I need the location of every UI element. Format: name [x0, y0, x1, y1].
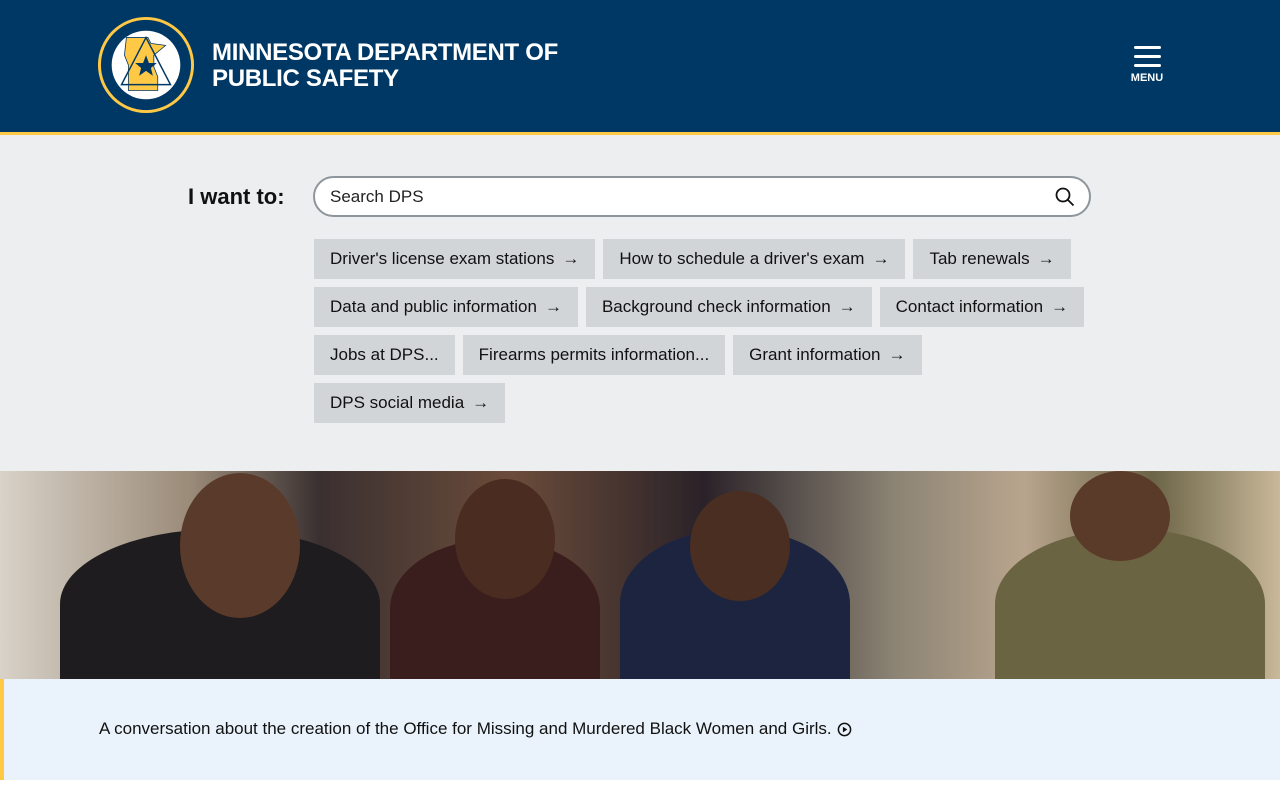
quick-link-label: Firearms permits information...: [478, 345, 710, 364]
hero-caption-link[interactable]: A conversation about the creation of the…: [99, 719, 852, 739]
photo-person: [455, 479, 555, 599]
quick-link-contact-information[interactable]: Contact information →: [879, 287, 1085, 327]
quick-link-label: Driver's license exam stations: [330, 249, 555, 268]
hamburger-icon: [1124, 46, 1170, 67]
quick-link-label: Tab renewals: [929, 249, 1030, 268]
dps-seal-logo[interactable]: [97, 16, 195, 114]
quick-link-label: Jobs at DPS...: [330, 345, 439, 364]
hero-caption-text: A conversation about the creation of the…: [99, 719, 832, 738]
arrow-right-icon: →: [1051, 297, 1069, 316]
quick-link-label: How to schedule a driver's exam: [619, 249, 865, 268]
site-header: MINNESOTA DEPARTMENT OF PUBLIC SAFETY ME…: [0, 0, 1280, 135]
arrow-right-icon: →: [872, 249, 890, 268]
quick-link-background-check[interactable]: Background check information →: [585, 287, 872, 327]
arrow-right-icon: →: [838, 297, 856, 316]
quick-link-label: Contact information: [895, 297, 1044, 316]
play-circle-icon[interactable]: [837, 722, 852, 737]
site-title[interactable]: MINNESOTA DEPARTMENT OF PUBLIC SAFETY: [212, 40, 558, 92]
hero-caption: A conversation about the creation of the…: [0, 679, 1280, 780]
arrow-right-icon: →: [888, 345, 906, 364]
search-icon[interactable]: [1055, 187, 1075, 207]
arrow-right-icon: →: [472, 393, 490, 412]
quick-link-jobs[interactable]: Jobs at DPS...: [314, 335, 455, 375]
quick-link-drivers-license-exam-stations[interactable]: Driver's license exam stations →: [314, 239, 596, 279]
arrow-right-icon: →: [544, 297, 562, 316]
quick-link-label: Background check information: [601, 297, 831, 316]
quick-link-social-media[interactable]: DPS social media →: [314, 383, 506, 423]
quick-link-tab-renewals[interactable]: Tab renewals →: [913, 239, 1071, 279]
menu-button[interactable]: MENU: [1124, 46, 1170, 84]
photo-person: [180, 473, 300, 618]
arrow-right-icon: →: [1037, 249, 1055, 268]
search-label: I want to:: [188, 184, 285, 209]
quick-link-grant-information[interactable]: Grant information →: [733, 335, 922, 375]
site-title-line2: PUBLIC SAFETY: [212, 65, 399, 92]
quick-links: Driver's license exam stations → How to s…: [314, 239, 1094, 423]
photo-person: [690, 491, 790, 601]
quick-link-schedule-drivers-exam[interactable]: How to schedule a driver's exam →: [603, 239, 906, 279]
site-title-line1: MINNESOTA DEPARTMENT OF: [212, 39, 558, 66]
quick-link-firearms-permits[interactable]: Firearms permits information...: [462, 335, 726, 375]
quick-link-label: Grant information: [749, 345, 881, 364]
quick-link-data-public-information[interactable]: Data and public information →: [314, 287, 578, 327]
menu-label: MENU: [1130, 72, 1164, 84]
photo-person: [1070, 471, 1170, 561]
search-input[interactable]: [330, 187, 1030, 207]
quick-link-label: DPS social media: [330, 393, 465, 412]
quick-link-label: Data and public information: [330, 297, 537, 316]
arrow-right-icon: →: [562, 249, 580, 268]
hero-photo[interactable]: [0, 471, 1280, 679]
search-box[interactable]: [313, 176, 1091, 217]
